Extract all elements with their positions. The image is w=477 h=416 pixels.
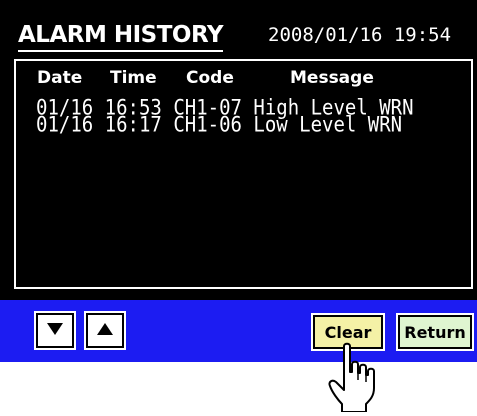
alarm-code: CH1-06 (173, 112, 242, 137)
current-datetime: 2008/01/16 19:54 (268, 24, 452, 46)
return-button[interactable]: Return (396, 313, 474, 351)
column-header-date: Date (37, 68, 83, 88)
scroll-down-button[interactable] (34, 311, 76, 350)
column-header-time: Time (110, 68, 157, 88)
page-title: ALARM HISTORY (18, 22, 224, 48)
alarm-table-panel[interactable]: Date Time Code Message 01/16 16:53 CH1-0… (14, 59, 473, 289)
button-bar: Clear Return (0, 300, 477, 362)
scroll-up-button[interactable] (84, 311, 126, 350)
alarm-message: Low Level WRN (253, 112, 403, 137)
column-header-code: Code (186, 68, 234, 88)
triangle-up-icon (96, 321, 114, 340)
title-underline (18, 50, 223, 52)
alarm-date: 01/16 (36, 112, 94, 137)
pointing-hand-icon (328, 342, 382, 413)
alarm-row[interactable]: 01/16 16:17 CH1-06 Low Level WRN (36, 112, 403, 137)
column-header-message: Message (290, 68, 374, 88)
triangle-down-icon (46, 321, 64, 340)
alarm-time: 16:17 (104, 112, 162, 137)
